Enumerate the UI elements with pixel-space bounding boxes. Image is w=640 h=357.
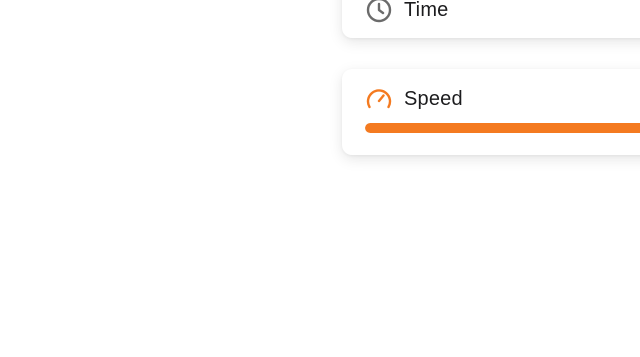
speedometer-icon — [365, 85, 393, 113]
speed-label: Speed — [404, 87, 463, 110]
speed-progress-bar — [365, 123, 640, 133]
time-card: Time — [342, 0, 640, 38]
speed-header: Speed — [365, 85, 463, 113]
clock-icon — [365, 0, 393, 24]
time-header: Time — [365, 0, 449, 24]
page: Time Speed — [0, 0, 640, 357]
speed-progress-fill — [365, 123, 640, 133]
speed-card: Speed — [342, 69, 640, 155]
time-label: Time — [404, 0, 449, 21]
